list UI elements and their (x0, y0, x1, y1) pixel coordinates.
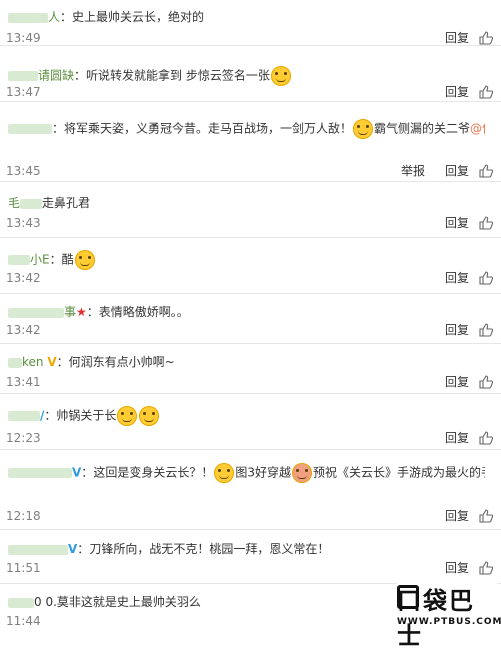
comment-time: 13:42 (6, 271, 41, 285)
laughing-face-icon (117, 406, 138, 426)
comment-username[interactable]: ken (22, 355, 44, 369)
comment-username[interactable]: 人 (48, 10, 60, 24)
reply-button[interactable]: 回复 (445, 509, 469, 523)
comment-text: 走鼻孔君 (42, 196, 91, 210)
comment-item: 毛 走鼻孔君 13:43 回复 (0, 182, 501, 238)
thumbs-up-icon[interactable] (479, 561, 494, 575)
comment-username[interactable]: 请圆缺 (38, 69, 74, 83)
comment-text: 何润东有点小帅啊~ (68, 355, 175, 369)
watermark-text: 口袋巴士 (397, 587, 475, 650)
comment-text: 这回是变身关云长？！ (93, 465, 214, 480)
reply-button[interactable]: 回复 (445, 271, 469, 285)
reply-button[interactable]: 回复 (445, 323, 469, 337)
comment-text: 帅锅关于长 (56, 408, 117, 423)
thumbs-up-icon[interactable] (479, 271, 494, 285)
site-watermark-logo: 口袋巴士 WWW.PTBUS.COM (397, 581, 501, 650)
comment-text: 莫非这就是史上最帅关羽么 (56, 595, 201, 609)
reply-button[interactable]: 回复 (445, 31, 469, 45)
comment-time: 13:49 (6, 31, 41, 45)
comment-item: 请圆缺：听说转发就能拿到 步惊云签名一张 13:47 回复 (0, 46, 501, 102)
reply-button[interactable]: 回复 (445, 164, 469, 178)
verified-v-icon: V (47, 355, 57, 369)
thumbs-up-icon[interactable] (479, 31, 494, 45)
comment-item: 人：史上最帅关云长，绝对的 13:49 回复 (0, 0, 501, 46)
colon: ： (49, 252, 62, 267)
comment-text: 酷 (61, 252, 74, 267)
laughing-face-icon (353, 119, 374, 139)
reply-button[interactable]: 回复 (445, 375, 469, 389)
comment-text: 史上最帅关云长，绝对的 (72, 10, 205, 24)
comment-time: 13:43 (6, 216, 41, 230)
watermark-url: WWW.PTBUS.COM (397, 617, 501, 627)
thumbs-up-icon[interactable] (479, 164, 494, 178)
colon: ： (44, 408, 57, 423)
pointing-down-icon (214, 463, 235, 483)
face-icon (291, 463, 312, 483)
comment-time: 12:23 (6, 431, 41, 445)
comment-list: 人：史上最帅关云长，绝对的 13:49 回复 请圆缺：听说转发就能拿到 步惊云签… (0, 0, 501, 650)
thumbs-up-icon[interactable] (479, 323, 494, 337)
comment-time: 11:44 (6, 614, 41, 628)
reply-button[interactable]: 回复 (445, 85, 469, 99)
comment-time: 13:45 (6, 164, 41, 178)
comment-username[interactable]: 小E (30, 253, 50, 267)
comment-username[interactable]: 事 (64, 305, 76, 319)
comment-time: 13:42 (6, 323, 41, 337)
comment-text-continued-2: 预祝《关云长》手游成为最火的手 (312, 465, 485, 480)
mention-link[interactable]: @何润 (470, 122, 485, 136)
thumbs-up-icon[interactable] (479, 509, 494, 523)
colon: ： (86, 305, 99, 319)
laughing-face-icon (74, 250, 95, 270)
report-button[interactable]: 举报 (401, 164, 425, 178)
colon: ： (74, 68, 87, 83)
comment-time: 12:18 (6, 509, 41, 523)
colon: ： (77, 542, 90, 556)
colon: ： (52, 121, 65, 136)
reply-button[interactable]: 回复 (445, 431, 469, 445)
colon: ： (81, 465, 94, 480)
colon: ： (56, 355, 69, 369)
verified-v-icon: V (72, 465, 82, 480)
comment-item: /：帅锅关于长 12:23 回复 (0, 394, 501, 450)
comment-item: ：将军乘天姿，义勇冠今昔。走马百战场，一剑万人敌！ 霸气侧漏的关二爷@何润 13:… (0, 102, 501, 182)
thumbs-up-icon[interactable] (479, 85, 494, 99)
comment-text: 将军乘天姿，义勇冠今昔。走马百战场，一剑万人敌！ (64, 121, 353, 136)
reply-button[interactable]: 回复 (445, 216, 469, 230)
comment-text-continued: 霸气侧漏的关二爷 (374, 121, 471, 136)
comment-time: 11:51 (6, 561, 41, 575)
comment-username[interactable]: 毛 (8, 196, 20, 210)
comment-item: 小E：酷 13:42 回复 (0, 238, 501, 294)
comment-text-continued: 图3好穿越 (235, 465, 291, 480)
laughing-face-icon (270, 66, 291, 86)
star-badge-icon: ★ (76, 305, 87, 319)
reply-button[interactable]: 回复 (445, 561, 469, 575)
verified-v-icon: V (68, 542, 78, 556)
comment-item: V：这回是变身关云长？！ 图3好穿越 预祝《关云长》手游成为最火的手 12:18 回… (0, 450, 501, 530)
comment-time: 13:47 (6, 85, 41, 99)
thumbs-up-icon[interactable] (479, 431, 494, 445)
comment-username[interactable]: 0 0. (34, 595, 57, 609)
laughing-face-icon (139, 406, 160, 426)
comment-text: 听说转发就能拿到 步惊云签名一张 (86, 68, 270, 83)
colon: ： (60, 10, 73, 24)
comment-text: 表情略傲娇啊。。 (98, 305, 189, 319)
thumbs-up-icon[interactable] (479, 375, 494, 389)
comment-time: 13:41 (6, 375, 41, 389)
comment-item: 事★：表情略傲娇啊。。 13:42 回复 (0, 294, 501, 344)
comment-item: V：刀锋所向，战无不克！桃园一拜，恩义常在！ 11:51 回复 (0, 530, 501, 584)
thumbs-up-icon[interactable] (479, 216, 494, 230)
comment-item: ken V：何润东有点小帅啊~ 13:41 回复 (0, 344, 501, 394)
comment-text: 刀锋所向，战无不克！桃园一拜，恩义常在！ (89, 542, 330, 556)
